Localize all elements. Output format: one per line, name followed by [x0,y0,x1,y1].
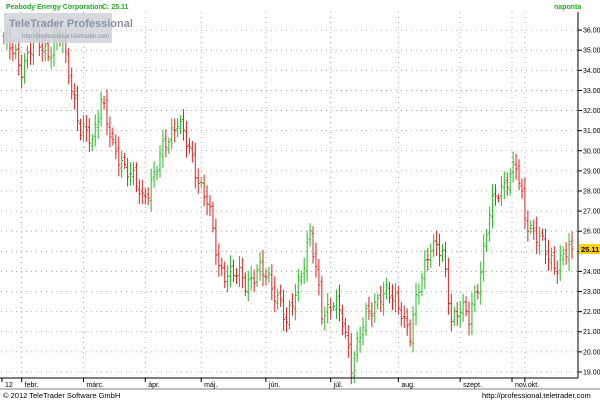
y-tick-label: 35.00 [583,48,600,55]
watermark-brand: TeleTrader Professional [9,18,133,30]
x-tick-label: júl. [333,382,343,389]
y-tick-label: 26.00 [583,229,600,236]
y-tick-label: 23.00 [583,289,600,296]
y-tick-label: 22.00 [583,309,600,316]
x-tick-label: aug. [401,382,415,389]
watermark-url: http://professional.teletrader.com [22,34,109,40]
y-tick-label: 24.00 [583,269,600,276]
y-tick-label: 34.00 [583,68,600,75]
last-price-value: 25.11 [581,245,599,254]
y-tick-label: 31.00 [583,128,600,135]
x-tick-label: 12 [5,382,13,389]
y-tick-label: 30.00 [583,148,600,155]
x-tick-label: febr. [25,382,39,389]
x-tick-label: jún. [268,382,280,389]
y-tick-label: 21.00 [583,329,600,336]
footer-url: http://professional.teletrader.com [482,391,591,400]
y-tick-label: 33.00 [583,88,600,95]
y-tick-label: 27.00 [583,209,600,216]
x-tick-label: nov. [515,382,528,389]
chart-canvas: Peabody Energy Corporation C: 25.11 napo… [0,0,600,400]
period-label: naponta [554,4,581,11]
x-tick-label: ápr. [148,382,160,389]
y-tick-label: 28.00 [583,188,600,195]
x-tick-label: márc. [86,382,104,389]
y-tick-label: 19.00 [583,369,600,376]
y-tick-label: 36.00 [583,28,600,35]
x-tick-label: máj. [204,382,217,389]
y-tick-label: 20.00 [583,349,600,356]
chart-background [0,0,600,400]
x-tick-label: szept. [463,382,482,389]
y-tick-label: 32.00 [583,108,600,115]
last-price-badge: 25.11 [579,244,600,255]
instrument-label: Peabody Energy Corporation [6,4,103,11]
footer-copyright: © 2012 TeleTrader Software GmbH [3,391,120,400]
y-tick-label: 29.00 [583,168,600,175]
x-tick-label: okt. [528,382,539,389]
last-close-label: C: 25.11 [102,4,129,11]
